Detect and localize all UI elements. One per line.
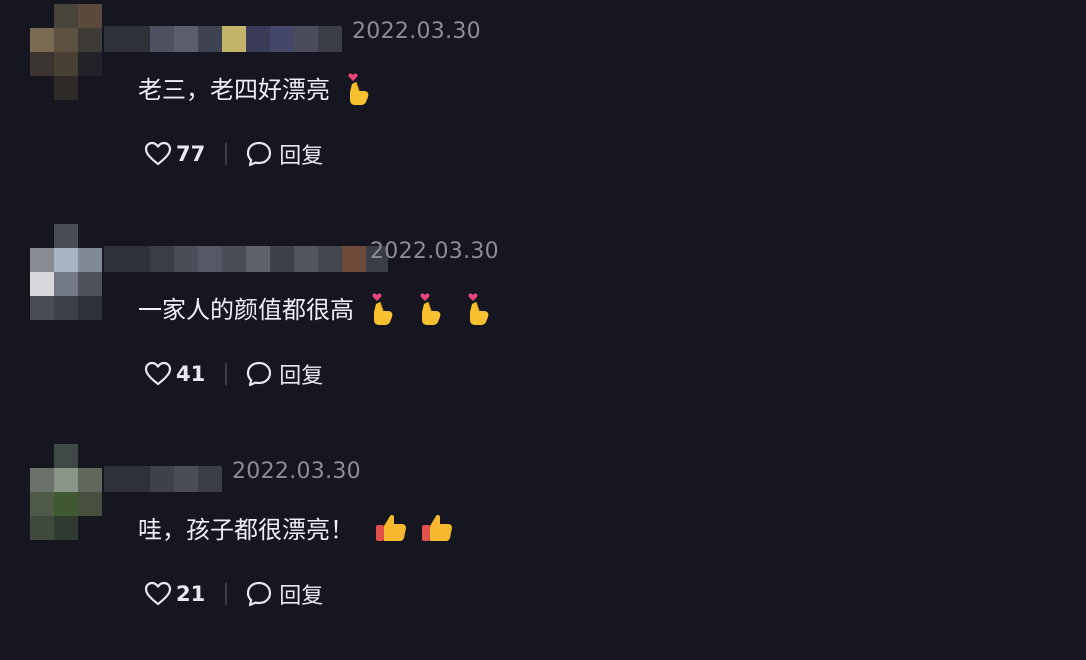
comment-text: 一家人的颜值都很高 — [138, 290, 494, 325]
reply-label: 回复 — [279, 144, 324, 169]
like-count: 77 — [176, 142, 206, 166]
reply-label: 回复 — [279, 584, 324, 609]
comment-text: 老三，老四好漂亮 — [138, 70, 374, 105]
avatar[interactable] — [30, 4, 102, 100]
comment-date: 2022.03.30 — [352, 19, 481, 44]
username-blurred[interactable] — [104, 466, 222, 492]
divider — [225, 363, 228, 385]
comment-text: 哇，孩子都很漂亮！ — [138, 510, 454, 545]
comment-body: 哇，孩子都很漂亮！ — [138, 516, 354, 544]
reply-button[interactable]: 回复 — [245, 138, 323, 170]
finger-heart-icon — [348, 73, 369, 105]
username-blurred[interactable] — [104, 26, 342, 52]
comment-item: 2022.03.30 老三，老四好漂亮 77 回复 — [0, 0, 1086, 220]
thumbs-up-icon — [376, 514, 406, 541]
divider — [225, 583, 228, 605]
heart-outline-icon — [144, 141, 172, 166]
heart-outline-icon — [144, 581, 172, 606]
comment-actions: 41 回复 — [144, 359, 323, 389]
comment-date: 2022.03.30 — [370, 239, 499, 264]
comment-item: 2022.03.30 一家人的颜值都很高 41 回复 — [0, 220, 1086, 440]
reply-button[interactable]: 回复 — [245, 578, 323, 610]
reply-label: 回复 — [279, 364, 324, 389]
divider — [225, 143, 228, 165]
comment-actions: 21 回复 — [144, 579, 323, 609]
speech-bubble-icon — [247, 141, 272, 167]
comment-body: 一家人的颜值都很高 — [138, 296, 354, 324]
like-count: 41 — [176, 362, 206, 386]
finger-heart-icon — [420, 293, 441, 325]
like-button[interactable]: 41 — [144, 361, 205, 387]
like-button[interactable]: 21 — [144, 581, 205, 607]
finger-heart-icon — [468, 293, 489, 325]
like-count: 21 — [176, 582, 206, 606]
comment-date: 2022.03.30 — [232, 459, 361, 484]
reply-button[interactable]: 回复 — [245, 358, 323, 390]
username-blurred[interactable] — [104, 246, 388, 272]
avatar[interactable] — [30, 224, 102, 320]
speech-bubble-icon — [247, 361, 272, 387]
avatar[interactable] — [30, 444, 102, 540]
heart-outline-icon — [144, 361, 172, 386]
thumbs-up-icon — [422, 514, 452, 541]
comment-body: 老三，老四好漂亮 — [138, 76, 330, 104]
comment-actions: 77 回复 — [144, 139, 323, 169]
finger-heart-icon — [372, 293, 393, 325]
like-button[interactable]: 77 — [144, 141, 205, 167]
comment-item: 2022.03.30 哇，孩子都很漂亮！ 21 回复 — [0, 440, 1086, 660]
speech-bubble-icon — [247, 581, 272, 607]
